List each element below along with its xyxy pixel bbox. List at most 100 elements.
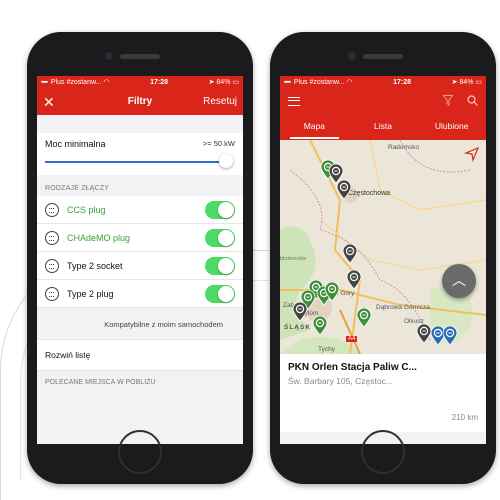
slider-track: [45, 161, 221, 163]
phone-speaker: [363, 54, 403, 59]
connectors-list: CCS plug CHAdeMO plug Type 2 socket Type…: [37, 196, 243, 308]
min-power-row: Moc minimalna >= 50 kW: [45, 139, 235, 149]
phone-speaker: [120, 54, 160, 59]
home-button[interactable]: [118, 430, 162, 474]
toggle-knob: [218, 285, 234, 302]
station-name: PKN Orlen Stacja Paliw C...: [288, 362, 417, 373]
connector-label: Type 2 plug: [67, 288, 114, 299]
min-power-value: >= 50 kW: [202, 139, 235, 148]
map-label: Częstochowa: [348, 190, 391, 197]
phone-right: ▪▪▪▪ Plus #zostanw... ◠ 17:28 ➤ 84% ▭ Ma…: [270, 32, 496, 484]
tab-mapa[interactable]: Mapa: [280, 115, 349, 140]
charging-station-pin-icon[interactable]: [324, 281, 340, 302]
filters-screen: ▪▪▪▪ Plus #zostanw... ◠ 17:28 ➤ 84% ▭ ✕ …: [37, 76, 243, 444]
phone-camera: [348, 52, 356, 60]
location-arrow-icon: ➤: [208, 79, 215, 86]
charging-station-pin-icon[interactable]: [346, 269, 362, 290]
map-label: Radomsko: [388, 144, 420, 151]
tab-ulubione[interactable]: Ulubione: [417, 115, 486, 140]
wifi-icon: ◠: [103, 79, 110, 86]
station-card[interactable]: PKN Orlen Stacja Paliw C... Św. Barbary …: [280, 354, 486, 432]
type2-plug-icon: [45, 286, 59, 301]
map-navbar: [280, 88, 486, 115]
filter-icon[interactable]: [442, 93, 454, 111]
type2-socket-icon: [45, 258, 59, 273]
toggle-knob: [218, 229, 234, 246]
expand-up-button[interactable]: ︿: [442, 264, 476, 298]
min-power-slider[interactable]: [45, 153, 235, 171]
charging-station-pin-icon[interactable]: [342, 243, 358, 264]
ccs-plug-icon: [45, 202, 59, 217]
charging-station-pin-icon[interactable]: [336, 179, 352, 200]
stage: ▪▪▪▪ Plus #zostanw... ◠ 17:28 ➤ 84% ▭ ✕ …: [0, 0, 500, 500]
status-battery: ➤ 84% ▭: [209, 78, 239, 86]
map-tabs: Mapa Lista Ulubione: [280, 115, 486, 140]
spacer: [37, 115, 243, 133]
connector-label: CHAdeMO plug: [67, 232, 131, 243]
map-screen: ▪▪▪▪ Plus #zostanw... ◠ 17:28 ➤ 84% ▭ Ma…: [280, 76, 486, 444]
status-battery: ➤ 84% ▭: [452, 78, 482, 86]
signal-icon: ▪▪▪▪: [41, 79, 48, 86]
signal-icon: ▪▪▪▪: [284, 79, 291, 86]
reset-button[interactable]: Resetuj: [203, 96, 237, 107]
charging-station-pin-icon[interactable]: [442, 325, 458, 346]
status-carrier: ▪▪▪▪ Plus #zostanw... ◠: [41, 78, 110, 86]
status-time: 17:28: [393, 78, 412, 86]
slider-thumb[interactable]: [219, 154, 233, 168]
map-view[interactable]: Radomsko Częstochowa Tarnowskie Góry Dąb…: [280, 140, 486, 354]
compatible-filter[interactable]: Kompatybilne z moim samochodem: [37, 308, 243, 339]
connector-row-type2-plug[interactable]: Type 2 plug: [37, 280, 243, 308]
carrier-text: Plus #zostanw...: [293, 79, 345, 86]
battery-text: 84%: [216, 79, 231, 86]
chademo-plug-icon: [45, 230, 59, 245]
status-bar: ▪▪▪▪ Plus #zostanw... ◠ 17:28 ➤ 84% ▭: [280, 76, 486, 88]
navbar-actions: [442, 93, 478, 111]
map-label: ŚLĄSK: [284, 324, 312, 331]
battery-text: 84%: [459, 79, 474, 86]
status-bar: ▪▪▪▪ Plus #zostanw... ◠ 17:28 ➤ 84% ▭: [37, 76, 243, 88]
charging-station-pin-icon[interactable]: [356, 307, 372, 328]
min-power-section: Moc minimalna >= 50 kW: [37, 133, 243, 175]
toggle-knob: [218, 257, 234, 274]
charging-station-pin-icon[interactable]: [292, 301, 308, 322]
type2-plug-toggle[interactable]: [205, 284, 235, 303]
connectors-header: RODZAJE ZŁĄCZY: [45, 185, 110, 192]
ccs-toggle[interactable]: [205, 200, 235, 219]
station-address: Św. Barbary 105, Częstoc...: [288, 376, 393, 386]
phone-left: ▪▪▪▪ Plus #zostanw... ◠ 17:28 ➤ 84% ▭ ✕ …: [27, 32, 253, 484]
type2-socket-toggle[interactable]: [205, 256, 235, 275]
connector-label: CCS plug: [67, 204, 106, 215]
expand-list-button[interactable]: Rozwiń listę: [37, 339, 243, 371]
battery-icon: ▭: [232, 79, 239, 86]
connector-row-chademo[interactable]: CHAdeMO plug: [37, 224, 243, 252]
highway-badge: A4: [346, 336, 358, 342]
home-button[interactable]: [361, 430, 405, 474]
tab-lista[interactable]: Lista: [349, 115, 418, 140]
close-icon[interactable]: ✕: [43, 95, 55, 109]
chademo-toggle[interactable]: [205, 228, 235, 247]
location-arrow-icon: ➤: [451, 79, 458, 86]
menu-icon[interactable]: [288, 97, 300, 106]
status-carrier: ▪▪▪▪ Plus #zostanw... ◠: [284, 78, 353, 86]
filters-navbar: ✕ Filtry Resetuj: [37, 88, 243, 115]
map-label: Dąbrowa Górnicza: [376, 304, 430, 311]
min-power-label: Moc minimalna: [45, 139, 106, 149]
status-time: 17:28: [150, 78, 169, 86]
map-label: bbobnickie: [280, 256, 307, 262]
my-location-icon[interactable]: [463, 146, 480, 163]
phone-camera: [105, 52, 113, 60]
charging-station-pin-icon[interactable]: [312, 315, 328, 336]
toggle-knob: [218, 201, 234, 218]
map-label: Tychy: [318, 346, 335, 353]
search-icon[interactable]: [467, 93, 478, 111]
carrier-text: Plus #zostanw...: [50, 79, 102, 86]
battery-icon: ▭: [475, 79, 482, 86]
station-distance: 210 km: [451, 413, 478, 422]
connector-row-type2-socket[interactable]: Type 2 socket: [37, 252, 243, 280]
chevron-up-icon: ︿: [452, 272, 466, 288]
connector-label: Type 2 socket: [67, 260, 123, 271]
map-background: [280, 140, 486, 354]
connector-row-ccs[interactable]: CCS plug: [37, 196, 243, 224]
nearby-header: POLECANE MIEJSCA W POBLIŻU: [45, 379, 156, 386]
wifi-icon: ◠: [346, 79, 353, 86]
